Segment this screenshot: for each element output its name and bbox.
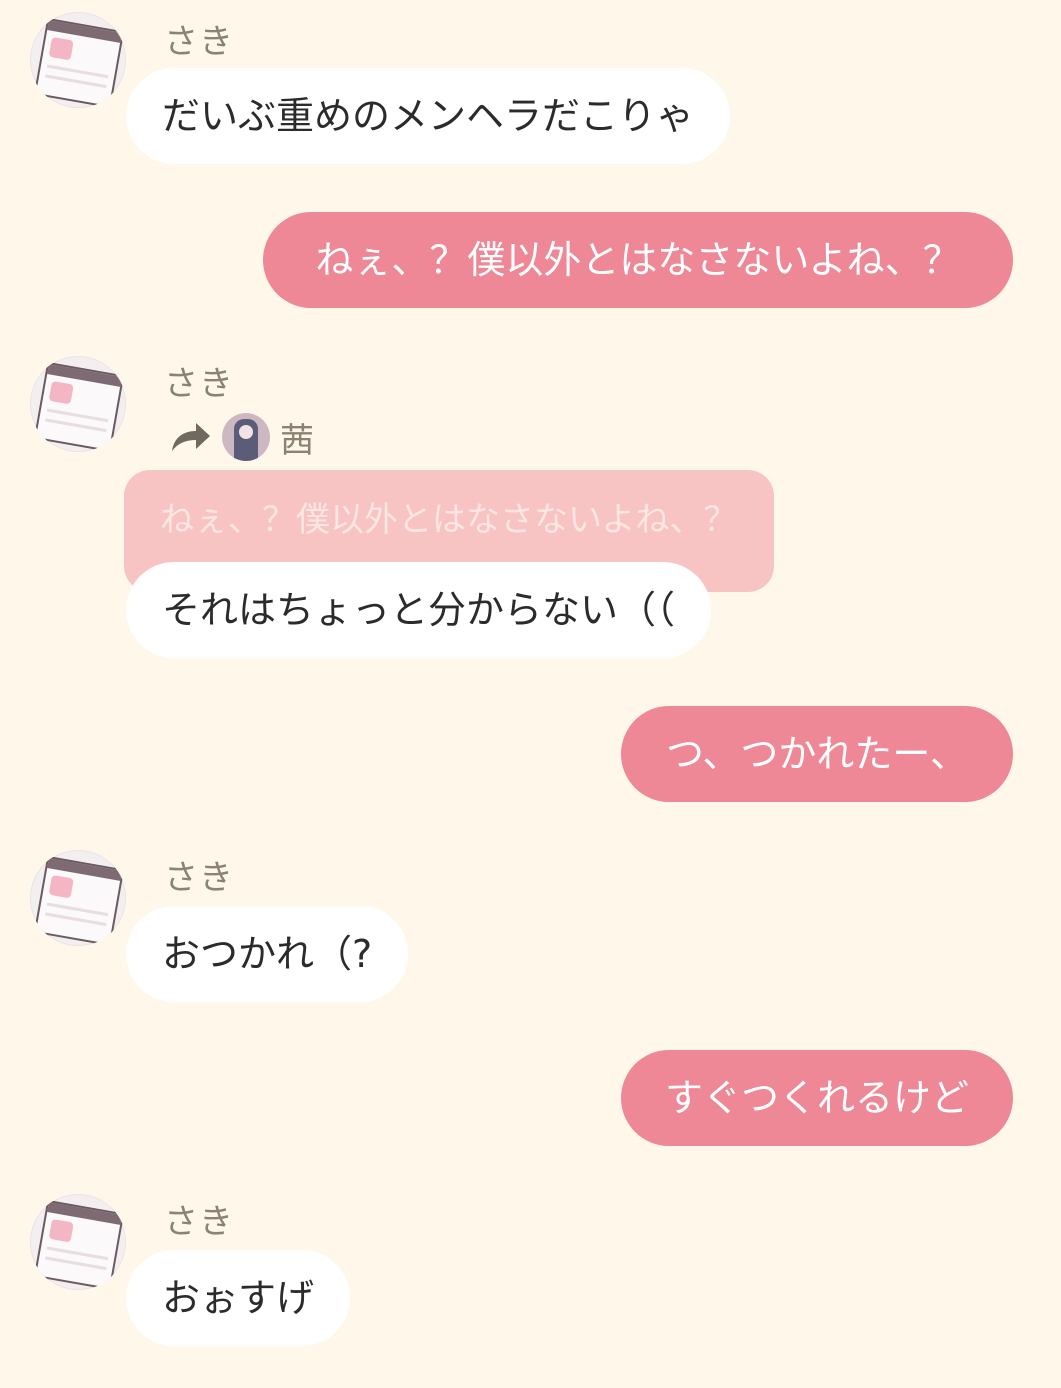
sender-avatar[interactable]	[30, 12, 126, 108]
sender-avatar[interactable]	[30, 1194, 126, 1290]
sender-name: さき	[164, 22, 234, 62]
reply-sender-name: 茜	[280, 420, 314, 461]
reply-avatar	[222, 413, 270, 461]
outgoing-message-bubble[interactable]: ねぇ、？僕以外とはなさないよね、？	[263, 212, 1013, 308]
sender-name: さき	[164, 364, 234, 404]
outgoing-message-bubble[interactable]: つ、つかれたー、	[621, 706, 1013, 802]
outgoing-message-bubble[interactable]: すぐつくれるけど	[621, 1050, 1013, 1146]
reply-arrow-icon	[172, 423, 210, 451]
sender-avatar[interactable]	[30, 850, 126, 946]
incoming-message-bubble[interactable]: だいぶ重めのメンヘラだこりゃ	[126, 68, 731, 164]
sender-avatar[interactable]	[30, 356, 126, 452]
sender-name: さき	[164, 1202, 234, 1242]
incoming-message-bubble[interactable]: おつかれ（?	[126, 906, 409, 1002]
incoming-message-bubble[interactable]: おぉすげ	[126, 1250, 351, 1346]
reply-header: 茜	[168, 412, 314, 462]
sender-name: さき	[164, 858, 234, 898]
incoming-message-bubble[interactable]: それはちょっと分からない（（	[126, 562, 712, 658]
